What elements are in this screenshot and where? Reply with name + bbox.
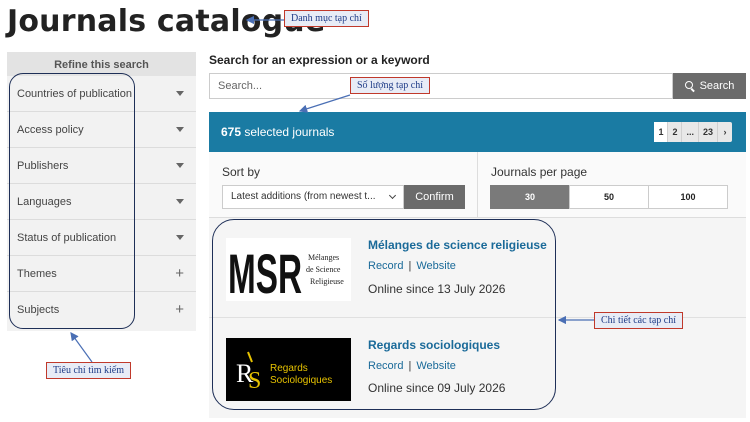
per-page-options: 30 50 100 — [490, 185, 728, 209]
online-since: Online since 13 July 2026 — [368, 282, 506, 296]
chevron-down-icon — [388, 191, 397, 200]
journal-links: Record | Website — [368, 360, 456, 372]
journal-title-link[interactable]: Regards sociologiques — [368, 338, 500, 352]
filters-arrow — [70, 332, 93, 363]
annotation-title-note: Danh mục tạp chí — [284, 10, 369, 27]
logo-line: Sociologiques — [270, 375, 332, 386]
sidebar-heading: Refine this search — [7, 52, 196, 76]
filter-label: Status of publication — [17, 232, 117, 244]
filter-label: Themes — [17, 268, 57, 280]
logo-line: de Science — [306, 265, 341, 274]
pagination: 1 2 ... 23 › — [654, 122, 732, 142]
per-page-option-30[interactable]: 30 — [490, 185, 570, 209]
per-page-label: Journals per page — [491, 165, 588, 179]
logo-line: Religieuse — [310, 277, 344, 286]
sort-selected-value: Latest additions (from newest t... — [231, 191, 376, 202]
divider — [477, 152, 478, 218]
page-title: Journals catalogue — [7, 4, 326, 39]
annotation-filters-note: Tiêu chí tìm kiếm — [46, 362, 132, 379]
filter-subjects[interactable]: Subjects + — [7, 292, 196, 328]
filter-label: Subjects — [17, 304, 60, 316]
search-icon — [684, 81, 695, 91]
record-link[interactable]: Record — [368, 360, 403, 372]
caret-down-icon — [176, 127, 184, 132]
filter-label: Languages — [17, 196, 72, 208]
link-separator: | — [408, 260, 412, 272]
website-link[interactable]: Website — [416, 260, 456, 272]
caret-down-icon — [176, 163, 184, 168]
annotation-details-note: Chi tiết các tạp chí — [594, 312, 683, 329]
filter-label: Access policy — [17, 124, 84, 136]
filter-label: Publishers — [17, 160, 69, 172]
search-button-label: Search — [699, 80, 735, 92]
filter-countries-of-publication[interactable]: Countries of publication — [7, 76, 196, 112]
filter-publishers[interactable]: Publishers — [7, 148, 196, 184]
plus-icon: + — [175, 265, 184, 282]
page-link-1[interactable]: 1 — [654, 122, 669, 142]
next-page-button[interactable]: › — [718, 122, 732, 142]
results-bar: 675 selected journals 1 2 ... 23 › — [209, 112, 746, 152]
page-link-23[interactable]: 23 — [699, 122, 718, 142]
results-suffix: selected journals — [244, 125, 335, 139]
logo-line: Mélanges — [308, 253, 339, 262]
journal-title-link[interactable]: Mélanges de science religieuse — [368, 238, 547, 252]
journal-item: MSR Mélanges de Science Religieuse Mélan… — [209, 218, 746, 318]
journal-links: Record | Website — [368, 260, 456, 272]
website-link[interactable]: Website — [416, 360, 456, 372]
logo-letter: S — [248, 368, 261, 394]
search-input[interactable] — [209, 73, 673, 99]
plus-icon: + — [175, 301, 184, 318]
journal-logo-rs[interactable]: R S Regards Sociologiques — [226, 338, 351, 401]
page-link-2[interactable]: 2 — [668, 122, 683, 142]
record-link[interactable]: Record — [368, 260, 403, 272]
per-page-option-100[interactable]: 100 — [648, 185, 728, 209]
caret-down-icon — [176, 91, 184, 96]
filter-themes[interactable]: Themes + — [7, 256, 196, 292]
journal-item: R S Regards Sociologiques Regards sociol… — [209, 319, 746, 419]
sort-select[interactable]: Latest additions (from newest t... — [222, 185, 404, 209]
online-since: Online since 09 July 2026 — [368, 381, 506, 395]
page-ellipsis: ... — [682, 122, 699, 142]
logo-letters: MSR — [228, 242, 302, 301]
results-count: 675 — [221, 125, 242, 139]
filter-label: Countries of publication — [17, 88, 132, 100]
filter-status-of-publication[interactable]: Status of publication — [7, 220, 196, 256]
caret-down-icon — [176, 235, 184, 240]
filter-languages[interactable]: Languages — [7, 184, 196, 220]
confirm-button[interactable]: Confirm — [404, 185, 465, 209]
filter-access-policy[interactable]: Access policy — [7, 112, 196, 148]
logo-line: Regards — [270, 363, 308, 374]
sort-label: Sort by — [222, 165, 261, 179]
list-controls: Sort by Latest additions (from newest t.… — [209, 152, 746, 218]
journal-logo-msr[interactable]: MSR Mélanges de Science Religieuse — [226, 238, 351, 301]
annotation-count-note: Số lượng tạp chí — [350, 77, 430, 94]
caret-down-icon — [176, 199, 184, 204]
link-separator: | — [408, 360, 412, 372]
filter-sidebar: Refine this search Countries of publicat… — [7, 52, 196, 331]
search-label: Search for an expression or a keyword — [209, 53, 430, 67]
search-button[interactable]: Search — [673, 73, 746, 99]
per-page-option-50[interactable]: 50 — [569, 185, 649, 209]
